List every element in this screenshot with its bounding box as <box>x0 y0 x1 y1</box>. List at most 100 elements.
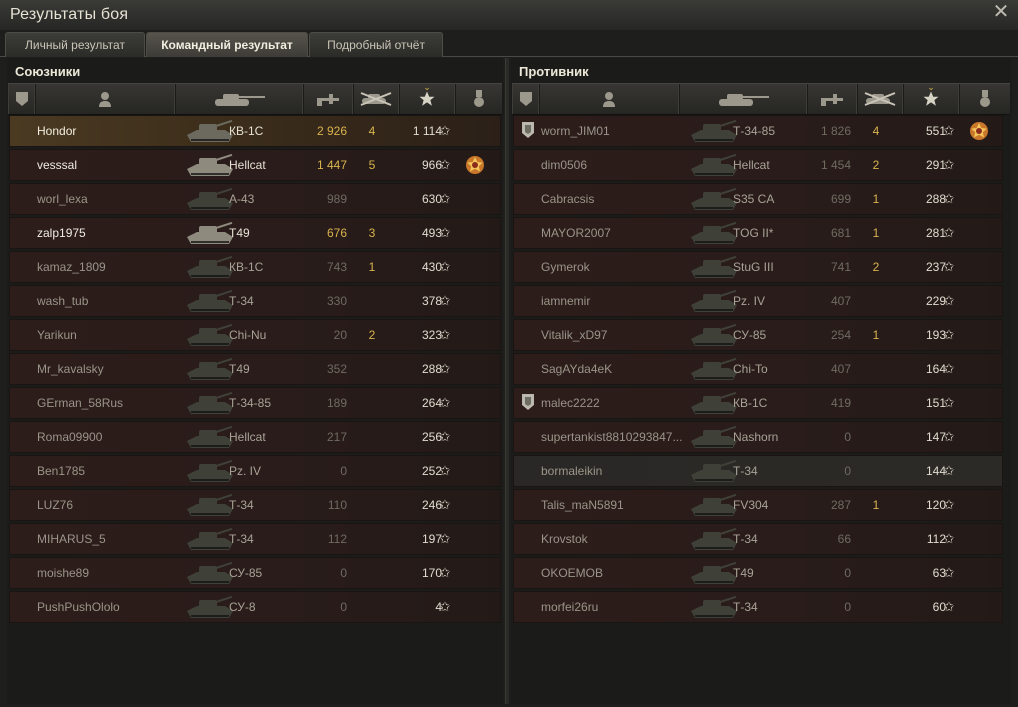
player-name[interactable]: worm_JIM01 <box>541 116 691 146</box>
column-header-damage[interactable] <box>806 84 858 114</box>
player-row[interactable]: morfei26ru Т-34 0 60 ✩ <box>513 591 1003 623</box>
close-icon[interactable]: ✕ <box>992 2 1010 22</box>
player-row[interactable]: Vitalik_xD97 СУ-85 254 1 193 ✩ <box>513 319 1003 351</box>
player-row[interactable]: SagAYda4eK Chi-To 407 164 ✩ <box>513 353 1003 385</box>
player-name[interactable]: Gymerok <box>541 252 691 282</box>
player-name[interactable]: SagAYda4eK <box>541 354 691 384</box>
player-row[interactable]: PushPushOlolo СУ-8 0 4 ✩ <box>9 591 501 623</box>
player-name[interactable]: supertankist8810293847... <box>541 422 691 452</box>
column-header-squad[interactable] <box>512 84 540 114</box>
player-row[interactable]: Hondor КВ-1С 2 926 4 1 114 ✩ <box>9 115 501 147</box>
player-name[interactable]: Mr_kavalsky <box>37 354 187 384</box>
column-header-medal[interactable] <box>958 84 1012 114</box>
column-header-squad[interactable] <box>8 84 36 114</box>
player-row[interactable]: Roma09900 Hellcat 217 256 ✩ <box>9 421 501 453</box>
column-header-player[interactable] <box>34 84 176 114</box>
xp-star-icon: ✩ <box>439 123 451 138</box>
player-name[interactable]: kamaz_1809 <box>37 252 187 282</box>
kills-value: 1 <box>872 226 880 240</box>
player-row[interactable]: MIHARUS_5 Т-34 112 197 ✩ <box>9 523 501 555</box>
player-name[interactable]: Cabracsis <box>541 184 691 214</box>
player-row[interactable]: MAYOR2007 TOG II* 681 1 281 ✩ <box>513 217 1003 249</box>
kills-value <box>362 354 382 384</box>
player-row[interactable]: Cabracsis S35 CA 699 1 288 ✩ <box>513 183 1003 215</box>
column-header-vehicle[interactable] <box>174 84 304 114</box>
player-name[interactable]: MAYOR2007 <box>541 218 691 248</box>
player-name[interactable]: morfei26ru <box>541 592 691 622</box>
column-header-vehicle[interactable] <box>678 84 808 114</box>
column-header-damage[interactable] <box>302 84 354 114</box>
player-name[interactable]: Ben1785 <box>37 456 187 486</box>
xp-star-icon: ✩ <box>943 599 955 614</box>
player-row[interactable]: bormaleikin Т-34 0 144 ✩ <box>513 455 1003 487</box>
player-name[interactable]: Vitalik_xD97 <box>541 320 691 350</box>
player-name[interactable]: dim0506 <box>541 150 691 180</box>
player-row[interactable]: Ben1785 Pz. IV 0 252 ✩ <box>9 455 501 487</box>
player-name[interactable]: Yarikun <box>37 320 187 350</box>
player-row[interactable]: worm_JIM01 Т-34-85 1 826 4 551 ✩ <box>513 115 1003 147</box>
player-name[interactable]: zalp1975 <box>37 218 187 248</box>
player-name[interactable]: MIHARUS_5 <box>37 524 187 554</box>
player-icon <box>602 91 616 107</box>
player-name[interactable]: worl_lexa <box>37 184 187 214</box>
player-row[interactable]: Gymerok StuG III 741 2 237 ✩ <box>513 251 1003 283</box>
kills-value <box>362 456 382 486</box>
kills-value: 3 <box>368 226 376 240</box>
xp-star-icon: ✩ <box>439 599 451 614</box>
player-name[interactable]: bormaleikin <box>541 456 691 486</box>
player-row[interactable]: vesssal Hellcat 1 447 5 966 ✩ <box>9 149 501 181</box>
player-name[interactable]: Hondor <box>37 116 187 146</box>
player-row[interactable]: kamaz_1809 КВ-1С 743 1 430 ✩ <box>9 251 501 283</box>
player-name[interactable]: Talis_maN5891 <box>541 490 691 520</box>
column-header-xp-star[interactable]: ⌄ <box>398 82 456 114</box>
player-row[interactable]: supertankist8810293847... Nashorn 0 147 ✩ <box>513 421 1003 453</box>
damage-value: 407 <box>830 294 851 308</box>
tab-team-result[interactable]: Командный результат <box>146 32 308 57</box>
column-header-player[interactable] <box>538 84 680 114</box>
player-name[interactable]: PushPushOlolo <box>37 592 187 622</box>
xp-star-icon: ✩ <box>439 429 451 444</box>
player-row[interactable]: worl_lexa А-43 989 630 ✩ <box>9 183 501 215</box>
tab-personal-result[interactable]: Личный результат <box>5 32 145 57</box>
player-row[interactable]: Talis_maN5891 FV304 287 1 120 ✩ <box>513 489 1003 521</box>
tank-icon <box>185 492 235 518</box>
player-name[interactable]: Roma09900 <box>37 422 187 452</box>
player-row[interactable]: LUZ76 Т-34 110 246 ✩ <box>9 489 501 521</box>
player-row[interactable]: OKOEMOB T49 0 63 ✩ <box>513 557 1003 589</box>
tab-detailed-report[interactable]: Подробный отчёт <box>309 32 443 57</box>
player-row[interactable]: malec2222 КВ-1С 419 151 ✩ <box>513 387 1003 419</box>
kills-value <box>866 354 886 384</box>
player-row[interactable]: Yarikun Chi-Nu 20 2 323 ✩ <box>9 319 501 351</box>
player-name[interactable]: iamnemir <box>541 286 691 316</box>
xp-value: 378 <box>421 294 442 308</box>
tank-icon <box>689 526 739 552</box>
xp-star-icon: ✩ <box>943 361 955 376</box>
player-name[interactable]: malec2222 <box>541 388 691 418</box>
column-header-kills[interactable] <box>352 84 400 114</box>
kills-icon <box>359 92 393 106</box>
player-row[interactable]: zalp1975 T49 676 3 493 ✩ <box>9 217 501 249</box>
squad-icon <box>15 91 29 107</box>
player-name[interactable]: GErman_58Rus <box>37 388 187 418</box>
player-row[interactable]: GErman_58Rus Т-34-85 189 264 ✩ <box>9 387 501 419</box>
player-row[interactable]: dim0506 Hellcat 1 454 2 291 ✩ <box>513 149 1003 181</box>
player-name[interactable]: wash_tub <box>37 286 187 316</box>
player-row[interactable]: wash_tub Т-34 330 378 ✩ <box>9 285 501 317</box>
player-name[interactable]: OKOEMOB <box>541 558 691 588</box>
column-header-kills[interactable] <box>856 84 904 114</box>
player-row[interactable]: Krovstok Т-34 66 112 ✩ <box>513 523 1003 555</box>
player-row[interactable]: moishe89 СУ-85 0 170 ✩ <box>9 557 501 589</box>
column-header-medal[interactable] <box>454 84 504 114</box>
player-name[interactable]: Krovstok <box>541 524 691 554</box>
player-name[interactable]: moishe89 <box>37 558 187 588</box>
medal-icon[interactable] <box>969 121 989 141</box>
kills-value <box>866 456 886 486</box>
medal-icon[interactable] <box>465 155 485 175</box>
player-row[interactable]: iamnemir Pz. IV 407 229 ✩ <box>513 285 1003 317</box>
player-name[interactable]: vesssal <box>37 150 187 180</box>
player-name[interactable]: LUZ76 <box>37 490 187 520</box>
player-row[interactable]: Mr_kavalsky T49 352 288 ✩ <box>9 353 501 385</box>
kills-value: 1 <box>872 498 880 512</box>
column-header-xp-star[interactable]: ⌄ <box>902 82 960 114</box>
damage-value: 0 <box>340 566 347 580</box>
